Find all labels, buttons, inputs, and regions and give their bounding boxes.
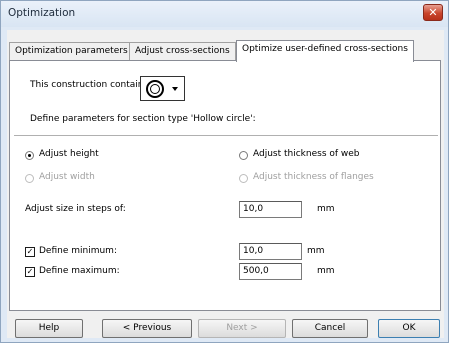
maximum-unit: mm: [317, 266, 335, 276]
define-minimum-checkbox[interactable]: ✓: [25, 247, 35, 257]
dialog-title: Optimization: [8, 7, 76, 19]
tab-bar: Optimization parameters Adjust cross-sec…: [7, 40, 444, 62]
maximum-input[interactable]: 500,0: [239, 263, 302, 280]
optimization-dialog: Optimization ✕ Optimization parameters A…: [0, 0, 449, 343]
define-minimum-label[interactable]: Define minimum:: [39, 246, 117, 256]
steps-input[interactable]: 10,0: [239, 201, 302, 218]
separator: [14, 135, 438, 137]
tab-adjust-cross-sections[interactable]: Adjust cross-sections: [129, 42, 236, 61]
hollow-circle-icon: [146, 80, 164, 98]
define-parameters-label: Define parameters for section type 'Holl…: [30, 114, 256, 124]
minimum-unit: mm: [307, 246, 325, 256]
chevron-down-icon: [172, 87, 178, 91]
title-bar: Optimization ✕: [1, 1, 448, 27]
construction-label: This construction contains: [30, 80, 149, 90]
dialog-client-area: Optimization parameters Adjust cross-sec…: [7, 30, 444, 338]
adjust-thickness-web-label[interactable]: Adjust thickness of web: [253, 149, 360, 159]
minimum-input[interactable]: 10,0: [239, 243, 302, 260]
section-type-dropdown[interactable]: [140, 76, 185, 101]
adjust-height-label[interactable]: Adjust height: [39, 149, 99, 159]
adjust-width-label: Adjust width: [39, 172, 95, 182]
adjust-thickness-web-radio[interactable]: [239, 151, 248, 160]
define-maximum-label[interactable]: Define maximum:: [39, 266, 120, 276]
ok-button[interactable]: OK: [378, 319, 440, 338]
adjust-height-radio[interactable]: [25, 151, 34, 160]
close-button[interactable]: ✕: [423, 4, 443, 21]
steps-label: Adjust size in steps of:: [25, 204, 126, 214]
tab-optimization-parameters[interactable]: Optimization parameters: [9, 42, 134, 61]
tab-panel: This construction contains Define parame…: [9, 60, 441, 311]
adjust-width-radio: [25, 174, 34, 183]
adjust-thickness-flanges-radio: [239, 174, 248, 183]
adjust-thickness-flanges-label: Adjust thickness of flanges: [253, 172, 374, 182]
previous-button[interactable]: < Previous: [102, 319, 192, 338]
cancel-button[interactable]: Cancel: [292, 319, 368, 338]
tab-optimize-user-defined-cross-sections[interactable]: Optimize user-defined cross-sections: [236, 40, 414, 62]
help-button[interactable]: Help: [15, 319, 83, 338]
close-icon: ✕: [428, 6, 438, 19]
next-button: Next >: [198, 319, 286, 338]
define-maximum-checkbox[interactable]: ✓: [25, 267, 35, 277]
steps-unit: mm: [317, 204, 335, 214]
